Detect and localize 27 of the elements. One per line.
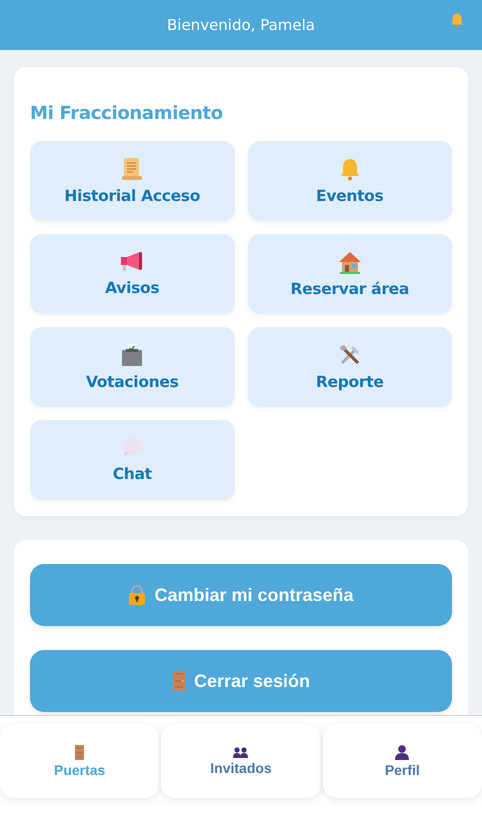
door-icon [75, 744, 84, 760]
menu-tile[interactable]: Avisos [30, 234, 234, 314]
section-title: Mi Fraccionamiento [30, 103, 224, 124]
scroll-icon [121, 157, 144, 181]
tools-icon [338, 343, 362, 367]
nav-tab[interactable]: Invitados [161, 724, 321, 798]
padlock-icon [128, 584, 146, 606]
notification-bell-icon[interactable] [449, 12, 465, 28]
people-icon [233, 746, 248, 758]
door-icon [172, 670, 186, 692]
person-icon [395, 744, 410, 760]
logout-button[interactable]: Cerrar sesión [30, 650, 452, 712]
menu-tile[interactable]: Votaciones [30, 327, 234, 407]
bell-icon [338, 157, 361, 181]
menu-tile[interactable]: Historial Acceso [30, 141, 234, 221]
megaphone-icon [120, 251, 144, 273]
welcome-title: Bienvenido, Pamela [167, 16, 315, 34]
change-password-button[interactable]: Cambiar mi contraseña [30, 564, 452, 626]
menu-tile[interactable]: Reservar área [248, 234, 452, 314]
menu-tile[interactable]: Chat [30, 420, 234, 500]
menu-tile[interactable]: Eventos [248, 141, 452, 221]
nav-tab[interactable]: Perfil [322, 724, 482, 798]
menu-tile[interactable]: Reporte [248, 327, 452, 407]
ballot-box-icon [121, 343, 144, 367]
nav-tab[interactable]: Puertas [0, 724, 160, 798]
house-icon [338, 250, 362, 274]
speech-bubble-icon [120, 437, 144, 459]
